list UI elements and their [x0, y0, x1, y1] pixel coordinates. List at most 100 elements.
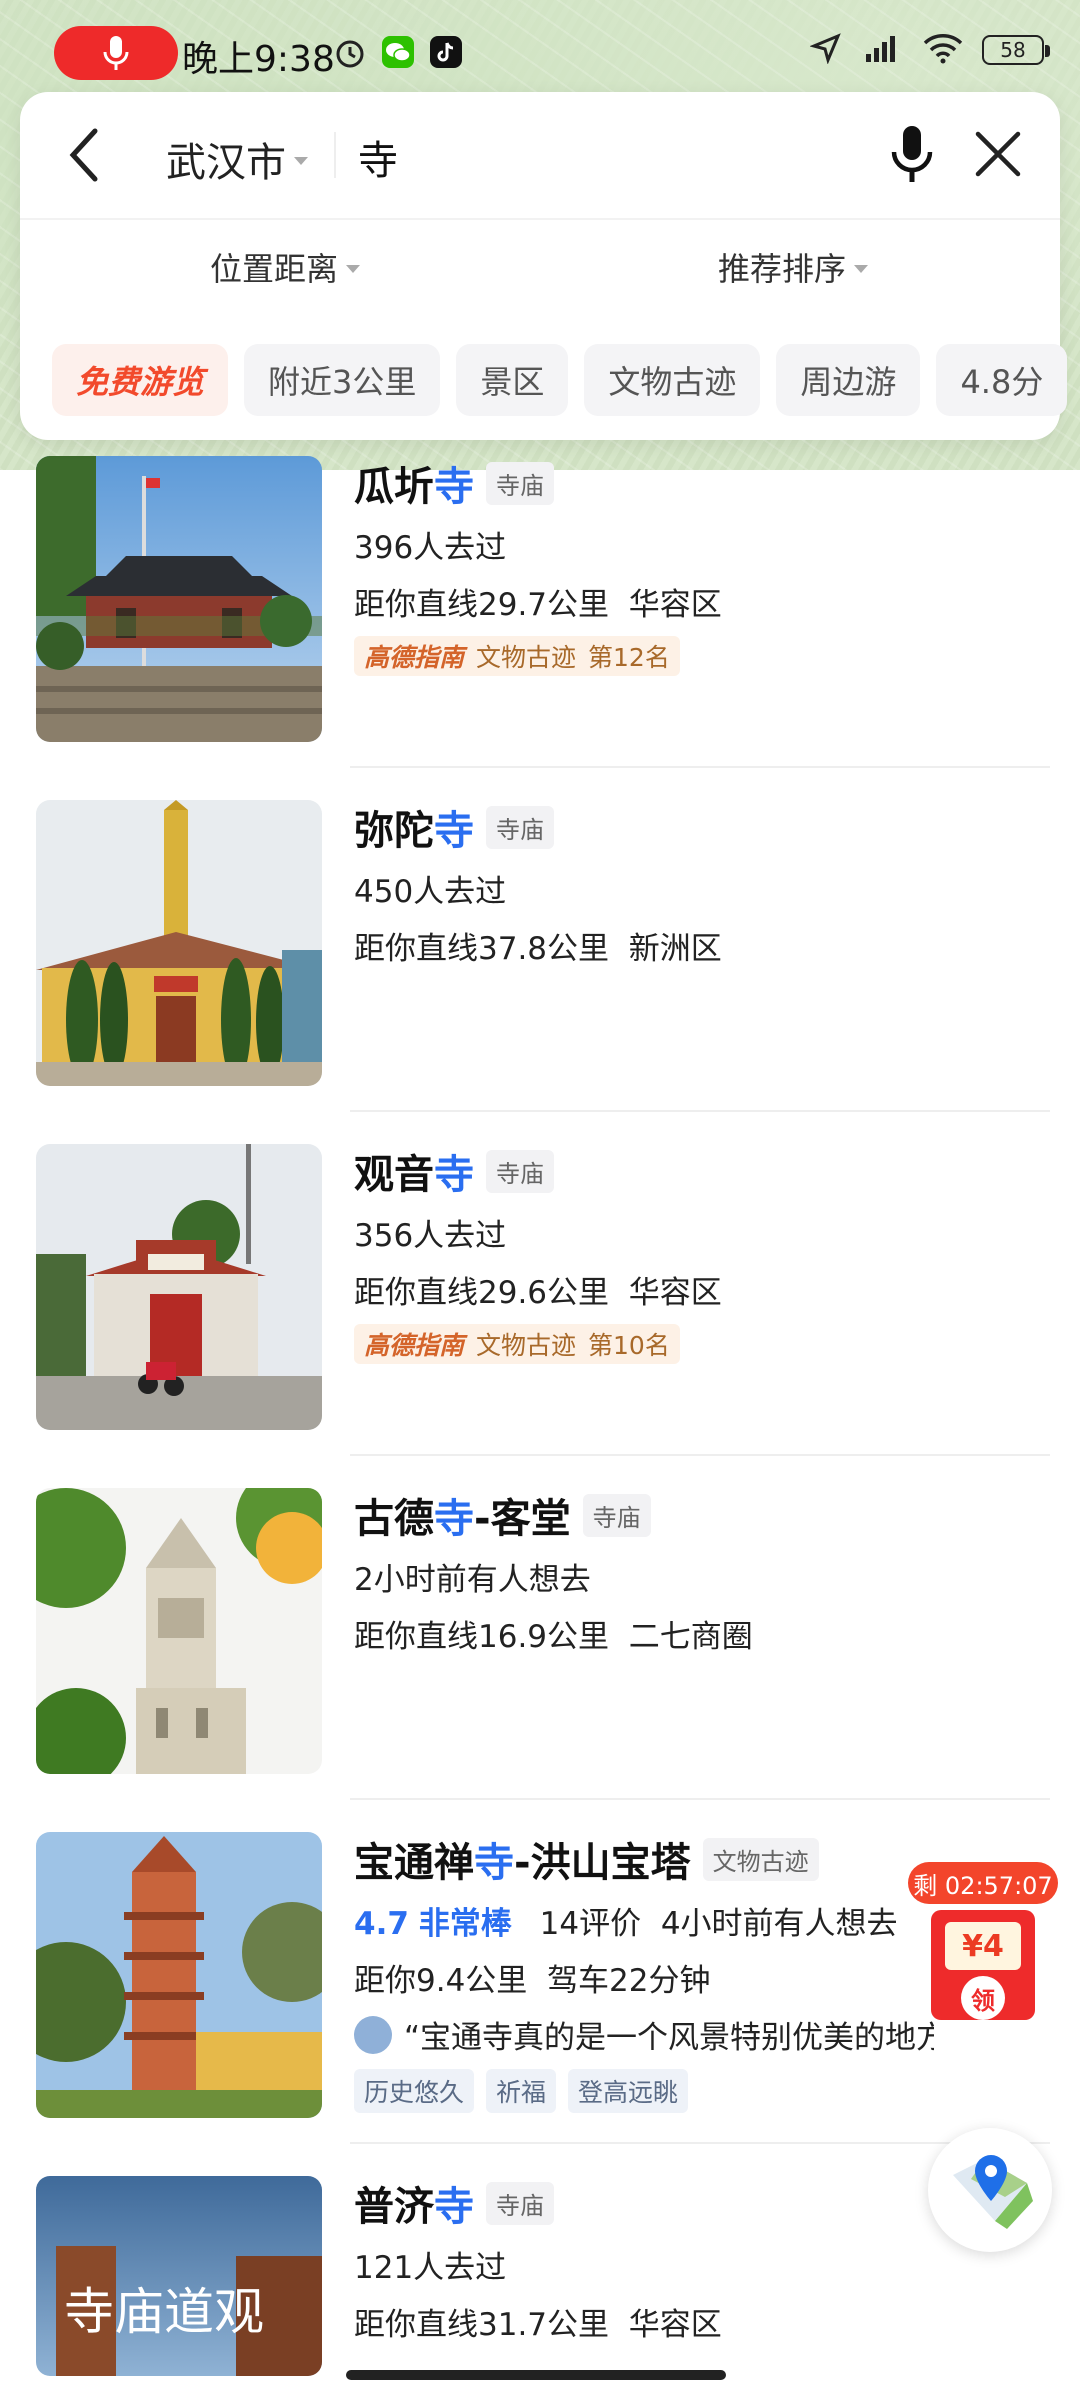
- chip-rating[interactable]: 4.8分: [936, 344, 1068, 416]
- result-title: 观音寺 寺庙: [354, 1144, 1044, 1198]
- guide-type: 文物古迹: [476, 1331, 577, 1360]
- distance-text: 距你直线29.7公里: [354, 587, 610, 623]
- mic-icon: [891, 126, 933, 182]
- feature-tag: 登高远眺: [568, 2069, 689, 2113]
- avatar: [354, 2015, 392, 2054]
- location-icon: [809, 32, 842, 68]
- divider: [350, 766, 1050, 768]
- visit-count: 356人去过: [354, 1218, 507, 1254]
- alarm-icon: [332, 34, 368, 70]
- title-text: 宝通禅: [354, 1840, 474, 1886]
- map-view-button[interactable]: [928, 2128, 1052, 2252]
- guide-rank: 第10名: [588, 1331, 670, 1360]
- title-highlight: 寺: [434, 808, 474, 854]
- list-item[interactable]: 寺庙道观 普济寺 寺庙 121人去过 距你直线31.7公里 华容区: [0, 2160, 1080, 2400]
- review-snippet[interactable]: “宝通寺真的是一个风景特别优美的地方: [354, 2012, 934, 2057]
- title-highlight: 寺: [434, 464, 474, 510]
- home-indicator[interactable]: [346, 2370, 726, 2380]
- quick-filter-chips: 免费游览 附近3公里 景区 文物古迹 周边游 4.8分: [52, 344, 1068, 416]
- coupon-value: ¥4: [945, 1922, 1021, 1970]
- review-text: “宝通寺真的是一个风景特别优美的地方: [404, 2020, 934, 2056]
- title-highlight: 寺: [474, 1840, 514, 1886]
- category-tag: 寺庙: [486, 805, 554, 849]
- result-thumbnail: [36, 456, 322, 742]
- divider: [350, 1798, 1050, 1800]
- title-text: 普济: [354, 2184, 434, 2230]
- chip-tour[interactable]: 周边游: [776, 344, 921, 416]
- map-pin-icon: [953, 2155, 1033, 2229]
- distance-filter[interactable]: 位置距离: [210, 244, 361, 290]
- chip-heritage[interactable]: 文物古迹: [584, 344, 761, 416]
- visit-count: 121人去过: [354, 2250, 507, 2286]
- title-highlight: 寺: [434, 1496, 474, 1542]
- coupon-card[interactable]: ¥4 领: [931, 1910, 1035, 2020]
- title-highlight: 寺: [434, 2184, 474, 2230]
- district-text: 新洲区: [628, 931, 722, 967]
- title-highlight: 寺: [434, 1152, 474, 1198]
- title-suffix: -客堂: [474, 1496, 571, 1542]
- search-panel: 武汉市 寺 位置距离 推荐排序 免费游览 附近3公里 景区 文物古迹 周边游 4…: [20, 92, 1068, 440]
- chip-free-visit[interactable]: 免费游览: [52, 344, 229, 416]
- visit-count: 450人去过: [354, 874, 507, 910]
- result-thumbnail: [36, 800, 322, 1086]
- chevron-down-icon: [294, 157, 308, 165]
- result-thumbnail: [36, 1488, 322, 1774]
- coupon-widget[interactable]: 剩 02:57:07 ¥4 领: [908, 1862, 1058, 2020]
- guide-brand: 高德指南: [364, 1331, 465, 1360]
- distance-row: 距你直线16.9公里 二七商圈: [354, 1611, 1044, 1656]
- guide-rank: 第12名: [588, 643, 670, 672]
- search-bar: 武汉市 寺: [20, 92, 1060, 218]
- sort-filter-label: 推荐排序: [718, 250, 847, 288]
- chip-scenic[interactable]: 景区: [456, 344, 569, 416]
- divider: [350, 1454, 1050, 1456]
- distance-text: 距你直线29.6公里: [354, 1275, 610, 1311]
- list-item[interactable]: 观音寺 寺庙 356人去过 距你直线29.6公里 华容区 高德指南 文物古迹 第…: [0, 1128, 1080, 1472]
- distance-row: 距你直线31.7公里 华容区: [354, 2299, 1044, 2344]
- divider: [350, 2142, 1050, 2144]
- recent-activity: 4小时前有人想去: [660, 1906, 898, 1942]
- result-thumbnail: [36, 1832, 322, 2118]
- divider: [350, 1110, 1050, 1112]
- sort-filter[interactable]: 推荐排序: [718, 244, 869, 290]
- clock: 晚上9:38: [182, 39, 335, 80]
- chevron-left-icon: [69, 128, 98, 182]
- guide-badge[interactable]: 高德指南 文物古迹 第10名: [354, 1324, 680, 1364]
- result-title: 古德寺 -客堂 寺庙: [354, 1488, 1044, 1542]
- guide-type: 文物古迹: [476, 643, 577, 672]
- status-bar: 晚上9:38 58: [0, 0, 1080, 100]
- chip-nearby[interactable]: 附近3公里: [244, 344, 441, 416]
- back-button[interactable]: [54, 122, 114, 188]
- clear-button[interactable]: [962, 118, 1034, 190]
- district-text: 华容区: [628, 1275, 722, 1311]
- feature-tag: 历史悠久: [354, 2069, 475, 2113]
- distance-row: 距你直线37.8公里 新洲区: [354, 923, 1044, 968]
- distance-text: 距你直线37.8公里: [354, 931, 610, 967]
- recording-indicator[interactable]: [54, 26, 178, 80]
- visit-count: 2小时前有人想去: [354, 1562, 591, 1598]
- list-item[interactable]: 瓜圻寺 寺庙 396人去过 距你直线29.7公里 华容区 高德指南 文物古迹 第…: [0, 440, 1080, 784]
- tiktok-icon: [428, 34, 464, 70]
- search-input[interactable]: 寺: [358, 128, 398, 186]
- category-tag: 寺庙: [486, 1149, 554, 1193]
- close-icon: [975, 131, 1021, 177]
- claim-coupon-button[interactable]: 领: [961, 1976, 1005, 2020]
- city-selector[interactable]: 武汉市: [166, 130, 308, 188]
- rating-label: 非常棒: [418, 1906, 512, 1942]
- signal-icon: [860, 32, 904, 68]
- district-text: 二七商圈: [628, 1619, 753, 1655]
- battery-indicator: 58: [982, 35, 1050, 65]
- district-text: 华容区: [628, 2307, 722, 2343]
- guide-badge[interactable]: 高德指南 文物古迹 第12名: [354, 636, 680, 676]
- list-item[interactable]: 古德寺 -客堂 寺庙 2小时前有人想去 距你直线16.9公里 二七商圈: [0, 1472, 1080, 1816]
- divider: [334, 132, 336, 178]
- list-item[interactable]: 弥陀寺 寺庙 450人去过 距你直线37.8公里 新洲区: [0, 784, 1080, 1128]
- feature-tags: 历史悠久 祈福 登高远眺: [354, 2069, 1044, 2113]
- chevron-down-icon: [346, 265, 361, 273]
- result-info: 观音寺 寺庙 356人去过 距你直线29.6公里 华容区 高德指南 文物古迹 第…: [354, 1144, 1044, 1364]
- category-tag: 寺庙: [582, 1493, 651, 1537]
- result-thumbnail: 寺庙道观: [36, 2176, 322, 2376]
- thumbnail-caption: 寺庙道观: [64, 2283, 264, 2341]
- voice-search-button[interactable]: [876, 118, 948, 190]
- category-tag: 寺庙: [486, 2181, 554, 2225]
- wifi-icon: [922, 32, 964, 68]
